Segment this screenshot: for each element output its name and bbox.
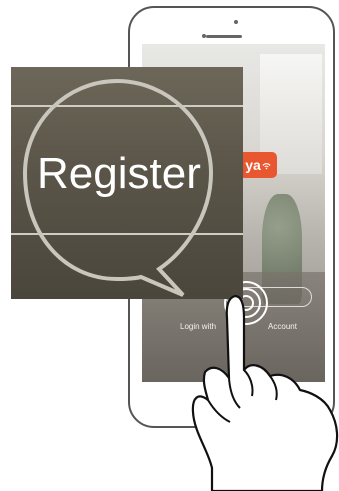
register-label: Register	[37, 149, 201, 198]
app-logo: ya	[239, 152, 277, 178]
home-button[interactable]	[214, 400, 238, 424]
wifi-icon	[262, 162, 271, 169]
login-with-account-link[interactable]: Login with Account	[180, 322, 297, 331]
sensor-dot	[202, 34, 206, 38]
login-prefix: Login with	[180, 322, 217, 331]
camera-dot	[234, 20, 238, 24]
zoom-callout: Register	[11, 67, 243, 299]
logo-text: ya	[245, 157, 261, 173]
login-suffix: Account	[268, 322, 297, 331]
speaker-slot	[206, 35, 242, 38]
